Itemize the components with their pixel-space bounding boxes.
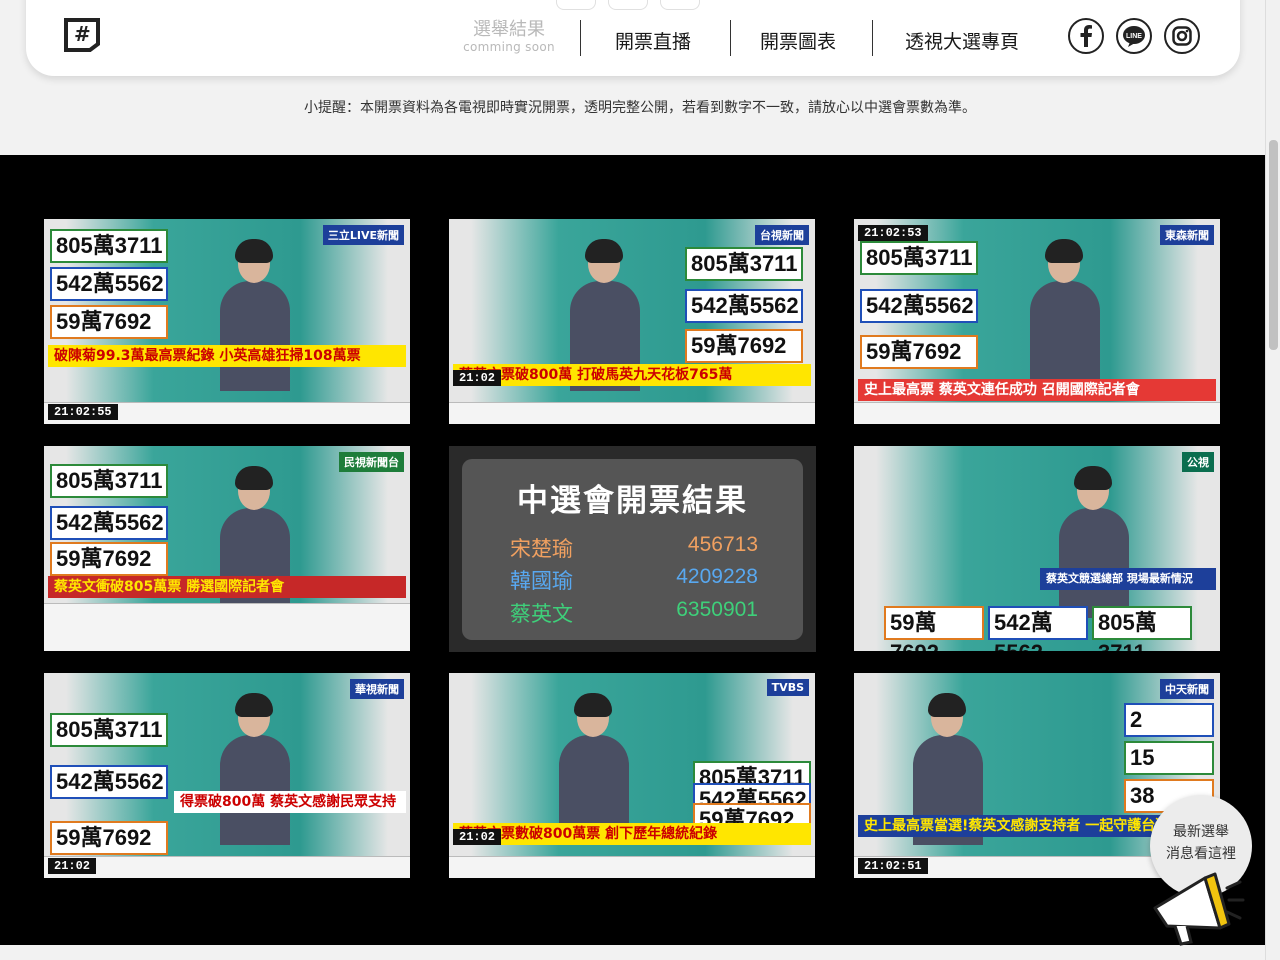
cec-results-panel: 中選會開票結果 宋楚瑜 456713 韓國瑜 4209228 蔡英文 63509… bbox=[449, 446, 816, 652]
score-box: 59萬7692 bbox=[50, 821, 168, 855]
channel-logo: 公視 bbox=[1182, 452, 1214, 472]
channel-logo: TVBS bbox=[766, 679, 809, 696]
decorative-tab-icon bbox=[608, 0, 648, 10]
nav-election-results-disabled: 選舉結果 comming soon bbox=[454, 19, 564, 55]
site-logo[interactable]: # bbox=[62, 16, 102, 52]
result-row-soong: 宋楚瑜 456713 bbox=[510, 533, 758, 563]
news-headline: 破陳菊99.3萬最高票紀錄 小英高雄狂掃108萬票 bbox=[48, 345, 406, 367]
badge-line-1: 最新選舉 bbox=[1173, 824, 1229, 840]
candidate-name: 宋楚瑜 bbox=[510, 537, 573, 561]
score-box: 59萬7692 bbox=[860, 335, 978, 369]
score-box: 805萬3711 bbox=[1092, 606, 1192, 651]
channel-logo: 台視新聞 bbox=[755, 225, 809, 245]
nav-election-results-sub: comming soon bbox=[463, 40, 555, 54]
score-box: 805萬3711 bbox=[685, 247, 803, 281]
news-headline: 蔡英文票數破800萬票 創下歷年總統紀錄 bbox=[453, 823, 811, 845]
broadcast-clock: 21:02 bbox=[48, 858, 97, 874]
svg-text:#: # bbox=[74, 22, 91, 46]
news-headline: 蔡英文衝破805萬票 勝選國際記者會 bbox=[48, 576, 406, 598]
speaker-figure bbox=[1059, 464, 1130, 618]
instagram-icon[interactable] bbox=[1164, 18, 1200, 54]
megaphone-icon[interactable] bbox=[1145, 848, 1245, 948]
ticker-bar bbox=[44, 856, 410, 878]
score-box: 15 bbox=[1124, 741, 1214, 775]
score-box: 59萬7692 bbox=[884, 606, 984, 651]
score-box: 2 bbox=[1124, 703, 1214, 737]
speaker-figure bbox=[220, 691, 290, 845]
candidate-votes: 6350901 bbox=[676, 598, 758, 621]
score-box: 805萬3711 bbox=[50, 229, 168, 263]
channel-logo: 三立LIVE新聞 bbox=[322, 225, 404, 245]
nav-divider bbox=[872, 20, 873, 56]
broadcast-clock: 21:02:51 bbox=[858, 858, 928, 874]
nav-divider bbox=[580, 20, 581, 56]
result-row-han: 韓國瑜 4209228 bbox=[510, 565, 758, 595]
page-scrollbar[interactable] bbox=[1265, 0, 1280, 960]
top-navbar: # 選舉結果 comming soon 開票直播 開票圖表 透視大選專頁 LIN… bbox=[26, 0, 1240, 76]
speaker-figure bbox=[1030, 237, 1100, 391]
score-box: 542萬5562 bbox=[988, 606, 1088, 651]
live-stream-tile-ebc[interactable]: 東森新聞 805萬3711 542萬5562 59萬7692 史上最高票 蔡英文… bbox=[854, 219, 1220, 424]
broadcast-clock: 21:02:55 bbox=[48, 404, 118, 420]
channel-logo: 中天新聞 bbox=[1160, 679, 1214, 699]
page: # 選舉結果 comming soon 開票直播 開票圖表 透視大選專頁 LIN… bbox=[0, 0, 1280, 960]
cec-results-card: 中選會開票結果 宋楚瑜 456713 韓國瑜 4209228 蔡英文 63509… bbox=[462, 459, 803, 640]
speaker-figure bbox=[559, 691, 630, 845]
score-box: 59萬7692 bbox=[685, 329, 803, 363]
score-box: 805萬3711 bbox=[50, 713, 168, 747]
facebook-icon[interactable] bbox=[1068, 18, 1104, 54]
news-headline: 史上最高票 蔡英文連任成功 召開國際記者會 bbox=[858, 379, 1216, 401]
live-stream-tile-cts[interactable]: 華視新聞 805萬3711 542萬5562 59萬7692 得票破800萬 蔡… bbox=[44, 673, 410, 878]
score-box: 59萬7692 bbox=[50, 305, 168, 339]
candidate-name: 韓國瑜 bbox=[510, 569, 573, 593]
line-icon[interactable]: LINE bbox=[1116, 18, 1152, 54]
candidate-votes: 4209228 bbox=[676, 565, 758, 588]
score-box: 59萬7692 bbox=[50, 542, 168, 576]
cec-results-title: 中選會開票結果 bbox=[517, 483, 748, 519]
nav-election-special[interactable]: 透視大選專頁 bbox=[905, 27, 1019, 54]
score-box: 542萬5562 bbox=[50, 267, 168, 301]
nav-election-results-label: 選舉結果 bbox=[473, 19, 545, 40]
live-stream-tile-ttv[interactable]: 台視新聞 805萬3711 542萬5562 59萬7692 蔡英文票破800萬… bbox=[449, 219, 815, 424]
ticker-bar bbox=[449, 856, 815, 878]
broadcast-clock: 21:02:53 bbox=[858, 225, 928, 241]
decorative-tab-icon bbox=[660, 0, 700, 10]
score-box: 805萬3711 bbox=[50, 464, 168, 498]
channel-logo: 民視新聞台 bbox=[339, 452, 404, 472]
nav-live-counting[interactable]: 開票直播 bbox=[615, 27, 691, 54]
score-box: 805萬3711 bbox=[860, 241, 978, 275]
scrollbar-thumb[interactable] bbox=[1269, 140, 1278, 350]
live-stream-tile-pts[interactable]: 公視 蔡英文競選總部 現場最新情況 59萬7692 542萬5562 805萬3… bbox=[854, 446, 1220, 651]
ticker-bar bbox=[854, 402, 1220, 424]
decorative-tab-icon bbox=[556, 0, 596, 10]
channel-logo: 東森新聞 bbox=[1160, 225, 1214, 245]
live-stream-tile-setn[interactable]: 三立LIVE新聞 805萬3711 542萬5562 59萬7692 破陳菊99… bbox=[44, 219, 410, 424]
news-headline: 得票破800萬 蔡英文感謝民眾支持 bbox=[174, 791, 406, 813]
candidate-votes: 456713 bbox=[687, 533, 758, 556]
score-box: 542萬5562 bbox=[860, 289, 978, 323]
nav-counting-charts[interactable]: 開票圖表 bbox=[760, 27, 836, 54]
channel-logo: 華視新聞 bbox=[350, 679, 404, 699]
live-stream-tile-tvbs[interactable]: TVBS 805萬3711 542萬5562 59萬7692 蔡英文票數破800… bbox=[449, 673, 815, 878]
ticker-bar bbox=[44, 603, 410, 651]
live-stream-tile-ftv[interactable]: 民視新聞台 805萬3711 542萬5562 59萬7692 蔡英文衝破805… bbox=[44, 446, 410, 651]
nav-divider bbox=[730, 20, 731, 56]
score-box: 542萬5562 bbox=[685, 289, 803, 323]
result-row-tsai: 蔡英文 6350901 bbox=[510, 598, 758, 628]
news-headline: 蔡英文競選總部 現場最新情況 bbox=[1040, 568, 1216, 590]
notice-text: 小提醒：本開票資料為各電視即時實況開票，透明完整公開，若看到數字不一致，請放心以… bbox=[304, 100, 976, 116]
broadcast-clock: 21:02 bbox=[453, 829, 502, 845]
svg-text:LINE: LINE bbox=[1126, 33, 1142, 40]
score-box: 542萬5562 bbox=[50, 506, 168, 540]
ticker-bar bbox=[449, 402, 815, 424]
broadcast-clock: 21:02 bbox=[453, 370, 502, 386]
news-headline: 蔡英文票破800萬 打破馬英九天花板765萬 bbox=[453, 364, 811, 386]
score-box: 542萬5562 bbox=[50, 765, 168, 799]
candidate-name: 蔡英文 bbox=[510, 602, 573, 626]
